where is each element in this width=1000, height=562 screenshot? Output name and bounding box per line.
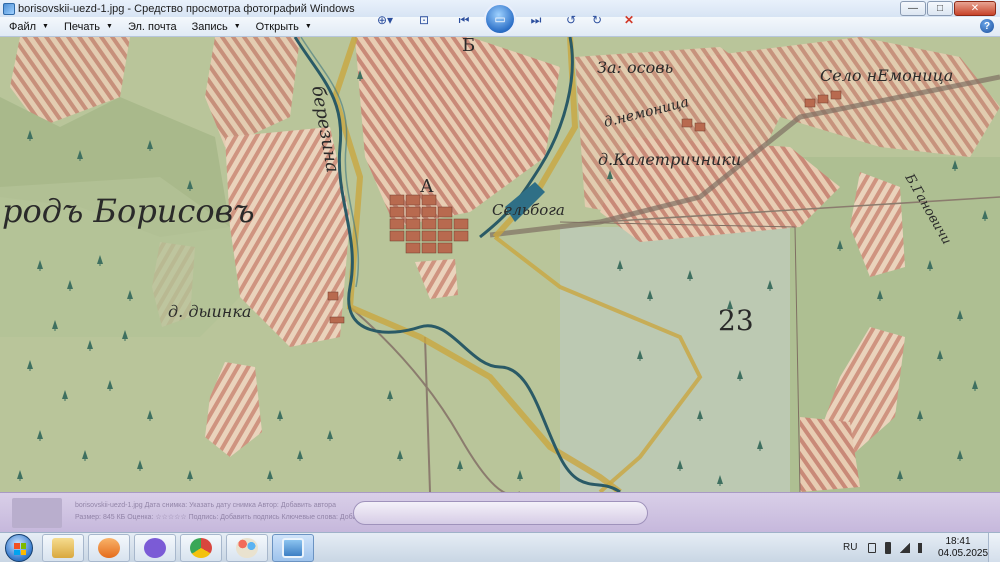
taskbar-chrome[interactable]: [180, 534, 222, 562]
menu-email-label: Эл. почта: [127, 20, 177, 33]
menu-file-label: Файл: [9, 20, 37, 33]
menu-file[interactable]: Файл ▼: [3, 18, 55, 36]
media-player-icon: [98, 538, 120, 558]
menu-print[interactable]: Печать ▼: [58, 18, 119, 36]
menu-open-label: Открыть: [255, 20, 299, 33]
zoom-icon[interactable]: ⊕▾: [372, 11, 398, 29]
taskbar-photo-viewer[interactable]: [272, 534, 314, 562]
chevron-down-icon: ▼: [233, 23, 241, 30]
chevron-down-icon: ▼: [106, 23, 113, 30]
window-controls: — □ ✕: [899, 1, 996, 16]
menu-print-label: Печать: [63, 20, 101, 33]
chrome-icon: [190, 538, 212, 558]
clock-time: 18:41: [945, 536, 971, 547]
battery-icon[interactable]: [885, 542, 891, 554]
taskbar-media-player[interactable]: [88, 534, 130, 562]
folder-icon: [52, 538, 74, 558]
map-label-letter-b: Б: [462, 37, 475, 56]
viber-icon: [144, 538, 166, 558]
next-icon[interactable]: ⏭: [525, 11, 547, 29]
map-image: родъ Борисовъ А Б березина За: осовь Сел…: [0, 37, 1000, 492]
chevron-down-icon: ▼: [304, 23, 312, 30]
info-thumbnail: [12, 498, 62, 528]
taskbar-viber[interactable]: [134, 534, 176, 562]
language-indicator[interactable]: RU: [843, 542, 857, 553]
image-viewport[interactable]: родъ Борисовъ А Б березина За: осовь Сел…: [0, 37, 1000, 492]
help-icon[interactable]: ?: [980, 19, 994, 33]
volume-icon[interactable]: [918, 543, 928, 553]
network-signal-icon[interactable]: [900, 543, 910, 553]
start-button[interactable]: [5, 534, 33, 562]
show-desktop-button[interactable]: [988, 533, 1000, 562]
minimize-button[interactable]: —: [900, 1, 926, 16]
window-title: borisovskii-uezd-1.jpg - Средство просмо…: [18, 2, 355, 15]
fit-window-icon[interactable]: ⊡: [414, 11, 434, 29]
menu-burn[interactable]: Запись ▼: [186, 18, 247, 36]
photo-viewer-app-icon: [3, 2, 15, 15]
tray-arrow-icon[interactable]: [868, 543, 876, 553]
slideshow-button[interactable]: ▭: [484, 3, 516, 35]
chevron-down-icon: ▼: [42, 23, 49, 30]
viewer-control-bar: borisovskii-uezd-1.jpg Дата снимка: Указ…: [0, 492, 1000, 532]
taskbar-explorer[interactable]: [42, 534, 84, 562]
map-label-letter-a: А: [420, 176, 434, 197]
paint-icon: [236, 538, 258, 558]
taskbar-paint[interactable]: [226, 534, 268, 562]
menu-burn-label: Запись: [191, 20, 228, 33]
map-label-valetrichniki: д.Калетричники: [598, 150, 741, 169]
previous-icon[interactable]: ⏮: [453, 11, 475, 29]
photo-viewer-icon: [282, 538, 304, 558]
map-label-zaosovye: За: осовь: [597, 58, 673, 77]
clock-date: 04.05.2025: [938, 548, 989, 559]
rotate-ccw-icon[interactable]: ↺: [562, 11, 580, 29]
map-label-sel: Сельбога: [492, 201, 565, 219]
taskbar: RU 18:41 04.05.2025: [0, 532, 1000, 562]
close-button[interactable]: ✕: [954, 1, 996, 16]
system-clock[interactable]: 18:41 04.05.2025: [938, 536, 989, 560]
windows-logo-icon: [14, 543, 26, 555]
map-label-nemonitsa: Село нЕмоница: [820, 66, 953, 85]
map-label-dylinka: д. дыинка: [168, 302, 251, 321]
controls-pill: [353, 501, 648, 525]
file-info-line-1: borisovskii-uezd-1.jpg Дата снимка: Указ…: [75, 502, 336, 509]
rotate-cw-icon[interactable]: ↻: [588, 11, 606, 29]
map-label-town: родъ Борисовъ: [2, 192, 255, 230]
menu-open[interactable]: Открыть ▼: [250, 18, 318, 36]
maximize-button[interactable]: □: [927, 1, 953, 16]
menu-email[interactable]: Эл. почта: [122, 18, 183, 36]
map-label-plot-number: 23: [718, 304, 754, 337]
delete-icon[interactable]: ✕: [620, 11, 638, 29]
